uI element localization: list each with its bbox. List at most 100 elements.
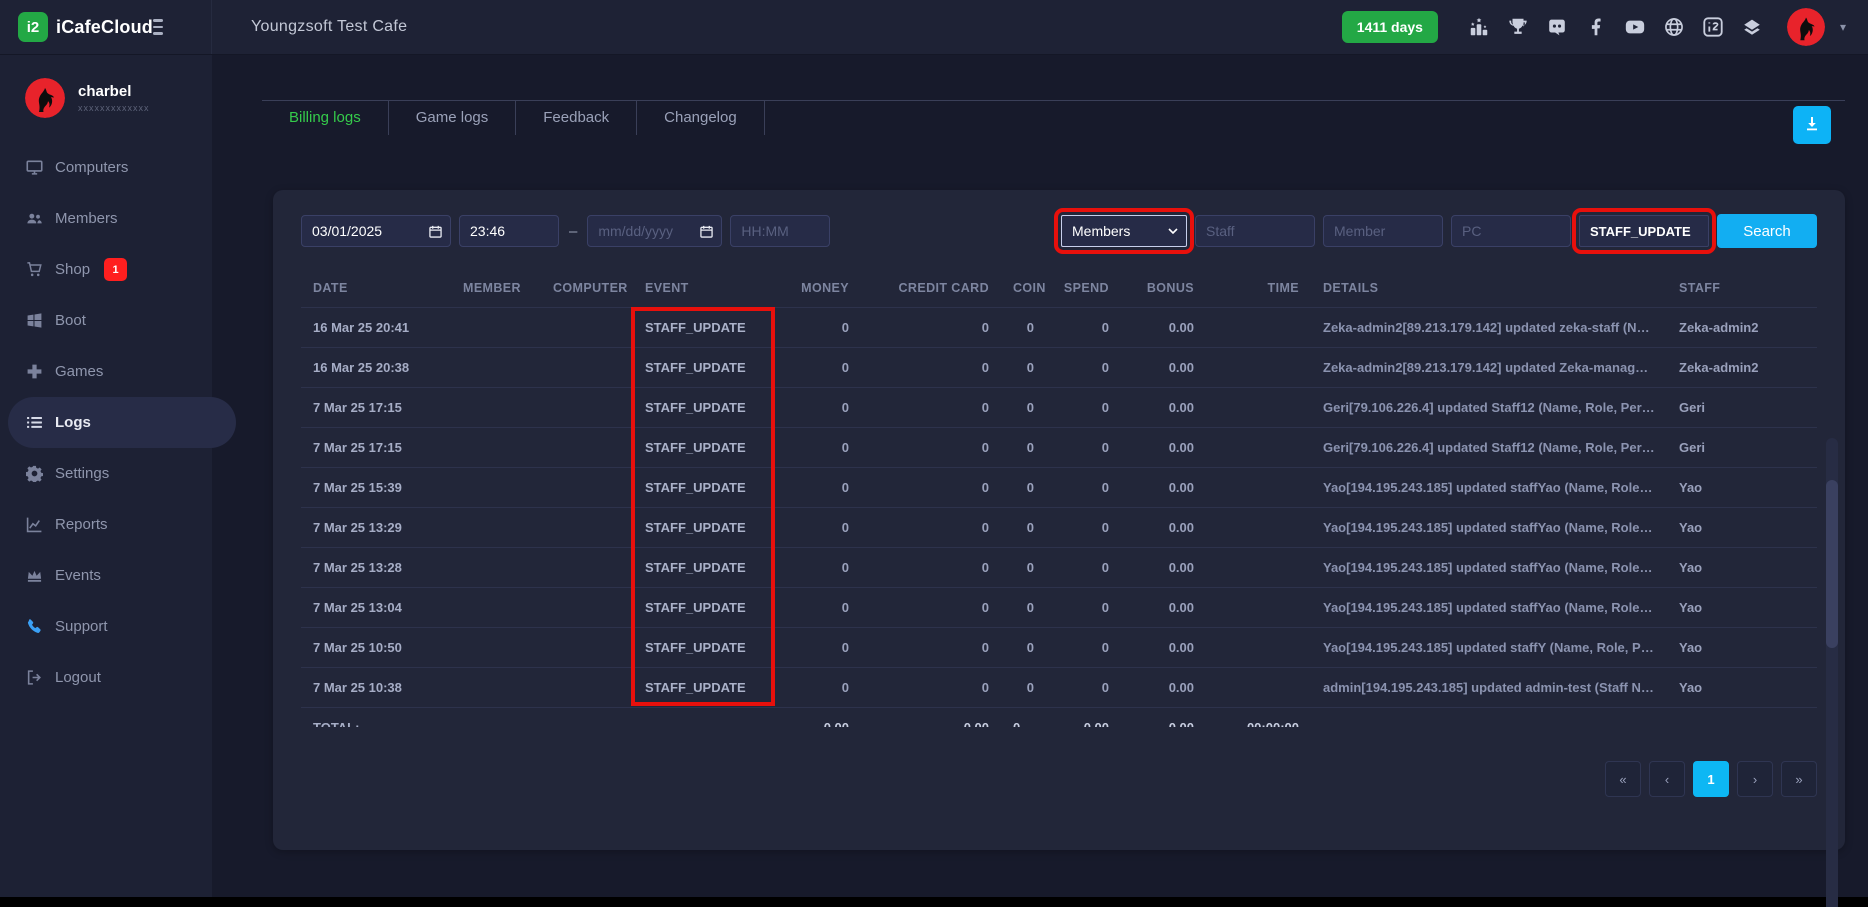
sidebar-item-events[interactable]: Events (0, 550, 212, 601)
leaderboard-icon[interactable] (1467, 15, 1491, 39)
cell-computer (541, 587, 633, 627)
sidebar-item-label: Members (55, 210, 118, 227)
cell-staff: Yao (1667, 507, 1817, 547)
tab-feedback[interactable]: Feedback (516, 101, 637, 135)
cell-credit_card: 0 (861, 427, 1001, 467)
cell-staff (1667, 707, 1817, 727)
cell-spend: 0 (1046, 667, 1121, 707)
first-page-button[interactable]: « (1605, 761, 1641, 797)
sidebar-user-avatar[interactable] (25, 78, 65, 118)
sidebar-item-shop[interactable]: Shop1 (0, 244, 212, 295)
cell-money: 0 (775, 307, 861, 347)
cell-coin: 0 (1001, 307, 1046, 347)
cell-spend: 0 (1046, 547, 1121, 587)
cell-computer (541, 627, 633, 667)
date-from-input[interactable] (301, 215, 451, 247)
cell-time (1206, 627, 1311, 667)
account-menu-chevron-down-icon[interactable]: ▾ (1840, 20, 1846, 34)
export-download-button[interactable] (1793, 106, 1831, 144)
trophy-icon[interactable] (1506, 15, 1530, 39)
log-row: 7 Mar 25 10:38STAFF_UPDATE00000.00admin[… (301, 667, 1817, 707)
tab-changelog[interactable]: Changelog (637, 101, 765, 135)
cell-details (1311, 707, 1667, 727)
prev-page-button[interactable]: ‹ (1649, 761, 1685, 797)
facebook-icon[interactable] (1584, 15, 1608, 39)
cell-date: 7 Mar 25 10:50 (301, 627, 451, 667)
event-filter-input[interactable] (1579, 215, 1709, 247)
cell-staff: Geri (1667, 387, 1817, 427)
user-avatar[interactable] (1787, 8, 1825, 46)
cell-date: 7 Mar 25 13:29 (301, 507, 451, 547)
discord-icon[interactable] (1545, 15, 1569, 39)
sidebar-item-boot[interactable]: Boot (0, 295, 212, 346)
cell-money: 0 (775, 627, 861, 667)
cell-computer (541, 427, 633, 467)
cell-money: 0 (775, 667, 861, 707)
sidebar-item-games[interactable]: Games (0, 346, 212, 397)
log-row: 7 Mar 25 17:15STAFF_UPDATE00000.00Geri[7… (301, 427, 1817, 467)
cell-member (451, 387, 541, 427)
cell-member (451, 467, 541, 507)
staff-filter-input[interactable] (1195, 215, 1315, 247)
sidebar-item-reports[interactable]: Reports (0, 499, 212, 550)
sidebar-item-label: Events (55, 567, 101, 584)
cell-coin: 0 (1001, 547, 1046, 587)
page-1-button[interactable]: 1 (1693, 761, 1729, 797)
tab-game-logs[interactable]: Game logs (389, 101, 517, 135)
search-button[interactable]: Search (1717, 214, 1817, 248)
subscription-days-badge[interactable]: 1411 days (1342, 11, 1438, 43)
layers-icon[interactable] (1740, 15, 1764, 39)
cell-money: 0 (775, 347, 861, 387)
cell-details: Zeka-admin2[89.213.179.142] updated zeka… (1311, 307, 1667, 347)
cell-staff: Yao (1667, 547, 1817, 587)
cell-credit_card: 0 (861, 667, 1001, 707)
sidebar-item-settings[interactable]: Settings (0, 448, 212, 499)
cell-event: STAFF_UPDATE (633, 307, 775, 347)
log-row: 7 Mar 25 17:15STAFF_UPDATE00000.00Geri[7… (301, 387, 1817, 427)
sidebar-item-support[interactable]: Support (0, 601, 212, 652)
icafecloud-app: i2 iCafeCloud Youngzsoft Test Cafe 1411 … (0, 0, 1868, 907)
sidebar-item-members[interactable]: Members (0, 193, 212, 244)
member-filter-input[interactable] (1323, 215, 1443, 247)
sidebar-item-logout[interactable]: Logout (0, 652, 212, 703)
windows-icon (25, 312, 43, 330)
icafecloud-logo-icon[interactable]: i2 (18, 12, 48, 42)
cell-event (633, 707, 775, 727)
total-row: TOTAL:0.000.000.000.000.0000:00:00 (301, 707, 1817, 727)
sidebar-item-label: Computers (55, 159, 128, 176)
time-from-input[interactable] (459, 215, 559, 247)
sidebar-item-computers[interactable]: Computers (0, 142, 212, 193)
sidebar-item-logs[interactable]: Logs (8, 397, 236, 448)
youtube-icon[interactable] (1623, 15, 1647, 39)
cell-coin: 0 (1001, 667, 1046, 707)
masked-credential: xxxxxxxxxxxxx (78, 103, 150, 113)
filter-right-group: Members Search (1061, 214, 1817, 248)
tab-billing-logs[interactable]: Billing logs (262, 101, 389, 135)
cell-credit_card: 0 (861, 347, 1001, 387)
cell-event: STAFF_UPDATE (633, 587, 775, 627)
column-header-date: DATE (301, 270, 451, 307)
table-scrollbar-thumb[interactable] (1826, 480, 1838, 648)
cell-staff: Yao (1667, 627, 1817, 667)
date-to-input[interactable] (587, 215, 722, 247)
cell-time (1206, 547, 1311, 587)
globe-icon[interactable] (1662, 15, 1686, 39)
cell-credit_card: 0 (861, 627, 1001, 667)
icafe-badge-icon[interactable] (1701, 15, 1725, 39)
column-header-credit_card: CREDIT CARD (861, 270, 1001, 307)
time-to-input[interactable] (730, 215, 830, 247)
cell-coin: 0 (1001, 467, 1046, 507)
log-row: 7 Mar 25 10:50STAFF_UPDATE00000.00Yao[19… (301, 627, 1817, 667)
shop-count-badge: 1 (104, 258, 127, 281)
pc-filter-input[interactable] (1451, 215, 1571, 247)
cell-spend: 0.00 (1046, 707, 1121, 727)
sidebar-item-label: Boot (55, 312, 86, 329)
table-scrollbar-track[interactable] (1826, 438, 1838, 907)
column-header-coin: COIN (1001, 270, 1046, 307)
last-page-button[interactable]: » (1781, 761, 1817, 797)
sidebar-toggle-hamburger-icon[interactable] (153, 15, 163, 39)
log-type-select[interactable]: Members (1061, 215, 1187, 247)
next-page-button[interactable]: › (1737, 761, 1773, 797)
cell-money: 0 (775, 507, 861, 547)
brand-name[interactable]: iCafeCloud (56, 17, 153, 38)
